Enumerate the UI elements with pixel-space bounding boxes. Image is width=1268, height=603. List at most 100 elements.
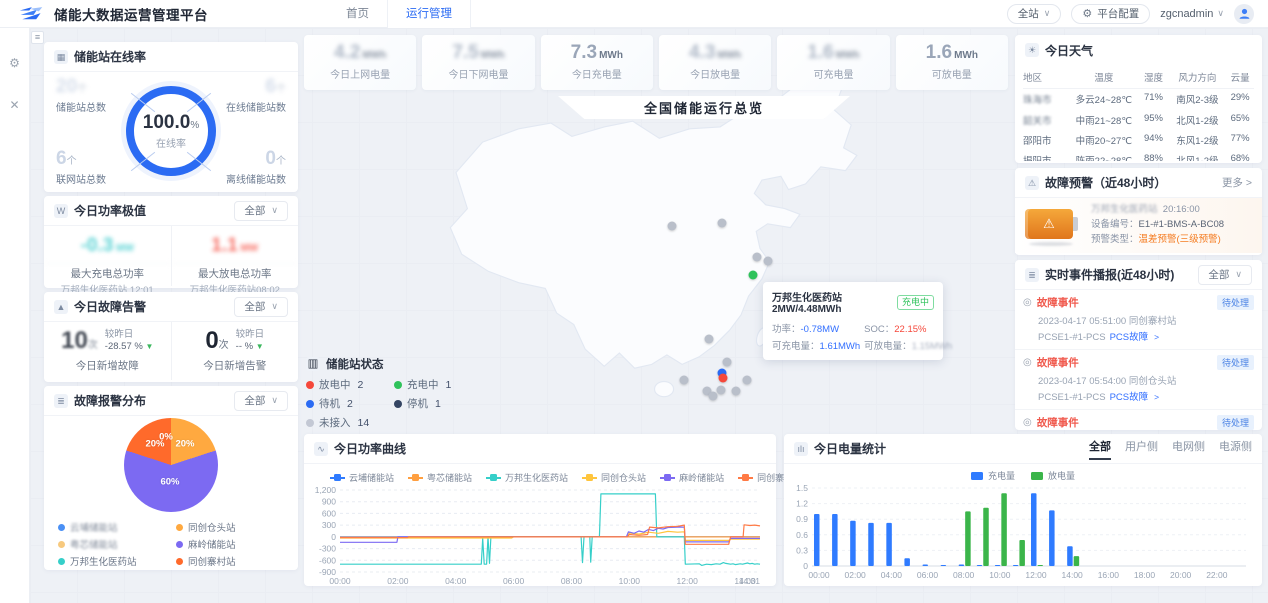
stat-card-label: 今日充电量 (541, 66, 653, 81)
legend-label: 万邦生化医药站 (505, 471, 568, 484)
tooltip-status-badge: 充电中 (897, 295, 934, 310)
stat-unit: 个 (276, 156, 286, 167)
legend-swatch (1031, 472, 1043, 480)
fault-distribution-filter[interactable]: 全部∨ (234, 391, 288, 411)
header-tab[interactable]: 首页 (328, 0, 387, 28)
curve-legend-item[interactable]: 麻岭储能站 (660, 471, 724, 484)
settings-icon[interactable]: ⚙ (9, 56, 20, 70)
alarm-unit: 次 (219, 340, 229, 351)
warning-type: 温差预警(三级预警) (1139, 234, 1221, 245)
event-item[interactable]: ◎故障事件待处理2023-04-17 11:15:00 麻岭储能站PCSE1-#… (1015, 410, 1262, 430)
map-station-dot[interactable] (764, 257, 773, 266)
pie-label: 20% (175, 439, 194, 450)
legend-dot (176, 524, 183, 531)
legend-label: 同创仓头站 (188, 520, 236, 534)
legend-dot (58, 558, 65, 565)
map-station-dot[interactable] (718, 219, 727, 228)
energy-tab[interactable]: 用户侧 (1125, 438, 1158, 460)
map-station-dot[interactable] (732, 387, 741, 396)
fault-alarm-panel: ▲ 今日故障告警 全部∨ 10次较昨日-28.57 % ▼今日新增故障0次较昨日… (44, 292, 298, 382)
stat-card-value: 1.6MWh (896, 42, 1008, 64)
header-tab[interactable]: 运行管理 (387, 0, 471, 28)
alarm-compare: 较昨日-- % ▼ (236, 329, 265, 353)
pie-label: 60% (160, 477, 179, 488)
event-icon: ◎ (1023, 417, 1032, 428)
weather-cell: 东风1-2级 (1169, 133, 1227, 147)
event-status-badge[interactable]: 待处理 (1217, 415, 1254, 430)
svg-text:00:00: 00:00 (329, 576, 351, 586)
weather-row: 邵阳市中雨20~27℃94%东风1-2级77% (1023, 130, 1254, 150)
energy-tab[interactable]: 电网侧 (1172, 438, 1205, 460)
map-station-dot[interactable] (717, 386, 726, 395)
status-label: 停机 (407, 396, 428, 411)
map-station-dot[interactable] (709, 392, 718, 401)
weather-cell: 95% (1138, 113, 1168, 127)
china-map-shape (420, 68, 910, 448)
event-item[interactable]: ◎故障事件待处理2023-04-17 05:51:00 同创寨村站PCSE1-#… (1015, 290, 1262, 350)
curve-legend-item[interactable]: 同创仓头站 (582, 471, 646, 484)
event-status-badge[interactable]: 待处理 (1217, 355, 1254, 370)
user-menu[interactable]: zgcnadmin ∨ (1160, 8, 1224, 20)
energy-tab[interactable]: 电源侧 (1219, 438, 1252, 460)
weather-col-header: 云量 (1226, 70, 1254, 84)
username: zgcnadmin (1160, 8, 1213, 20)
map-station-dot[interactable] (680, 376, 689, 385)
pie-legend-item: 云埔储能站 (58, 520, 170, 534)
alarm-compare: 较昨日-28.57 % ▼ (105, 329, 154, 353)
curve-legend-item[interactable]: 云埔储能站 (330, 471, 394, 484)
close-icon[interactable]: ✕ (9, 98, 19, 112)
weather-col-header: 地区 (1023, 70, 1069, 84)
map-station-dot[interactable] (743, 376, 752, 385)
event-fault-link[interactable]: PCS故障 (1110, 332, 1149, 343)
svg-text:1.2: 1.2 (796, 499, 808, 509)
curve-legend-item[interactable]: 万邦生化医药站 (486, 471, 568, 484)
status-legend-icon: ▥ (306, 357, 320, 371)
map-station-dot[interactable] (668, 222, 677, 231)
status-legend-item: 充电中1 (394, 377, 476, 392)
stat-unit: 个 (67, 156, 77, 167)
arrow-right-icon: > (1154, 332, 1159, 342)
collapse-menu-icon[interactable]: ≡ (31, 31, 44, 44)
stat-label: 储能站总数 (56, 99, 134, 114)
energy-tab[interactable]: 全部 (1089, 438, 1111, 460)
event-fault-link[interactable]: PCS故障 (1110, 392, 1149, 403)
event-item[interactable]: ◎故障事件待处理2023-04-17 05:54:00 同创仓头站PCSE1-#… (1015, 350, 1262, 410)
fault-alarm-filter[interactable]: 全部∨ (234, 297, 288, 317)
weather-cell: 77% (1226, 133, 1254, 147)
gear-icon: ⚙ (1082, 7, 1092, 20)
svg-text:16:00: 16:00 (1098, 570, 1120, 580)
warning-station: 万邦生化医药站 (1091, 204, 1158, 215)
events-filter[interactable]: 全部∨ (1198, 265, 1252, 285)
event-type: 故障事件 (1037, 415, 1079, 430)
svg-text:14:00: 14:00 (1062, 570, 1084, 580)
stat-card-label: 今日下网电量 (422, 66, 534, 81)
platform-config-button[interactable]: ⚙ 平台配置 (1071, 4, 1150, 24)
more-link[interactable]: 更多 > (1222, 175, 1252, 190)
weather-cell: 北风1-2级 (1169, 153, 1227, 161)
tooltip-value: -0.78MW (801, 324, 840, 335)
energy-bar-chart: 00.30.60.91.21.500:0002:0004:0006:0008:0… (784, 482, 1254, 582)
curve-legend-item[interactable]: 粤芯储能站 (408, 471, 472, 484)
status-label: 放电中 (319, 377, 351, 392)
stat-value: 0个 (208, 148, 286, 170)
map-station-dot[interactable] (753, 253, 762, 262)
icon-rail: ⚙ ✕ (0, 28, 30, 603)
app-header: 储能大数据运营管理平台 首页运行管理 全站 ∨ ⚙ 平台配置 zgcnadmin… (0, 0, 1268, 28)
stat-label: 离线储能站数 (208, 171, 286, 186)
power-extreme-filter[interactable]: 全部∨ (234, 201, 288, 221)
pie-legend-item: 同创寨村站 (176, 554, 288, 568)
map-station-dot[interactable] (705, 335, 714, 344)
map-station-dot[interactable] (749, 271, 758, 280)
online-rate-label: 在线率 (156, 135, 186, 150)
extreme-unit: MW (113, 243, 134, 254)
energy-bar-legend: 充电量放电量 (784, 464, 1262, 482)
map-station-dot[interactable] (723, 358, 732, 367)
site-selector[interactable]: 全站 ∨ (1007, 4, 1062, 24)
stat-card-unit: MWh (362, 50, 386, 61)
map-station-dot[interactable] (719, 374, 728, 383)
panel-icon-chart-bar: ılı (794, 442, 808, 456)
weather-cell: 88% (1138, 153, 1168, 161)
event-status-badge[interactable]: 待处理 (1217, 295, 1254, 310)
stat-unit: 个 (276, 84, 286, 95)
avatar[interactable] (1234, 4, 1254, 24)
